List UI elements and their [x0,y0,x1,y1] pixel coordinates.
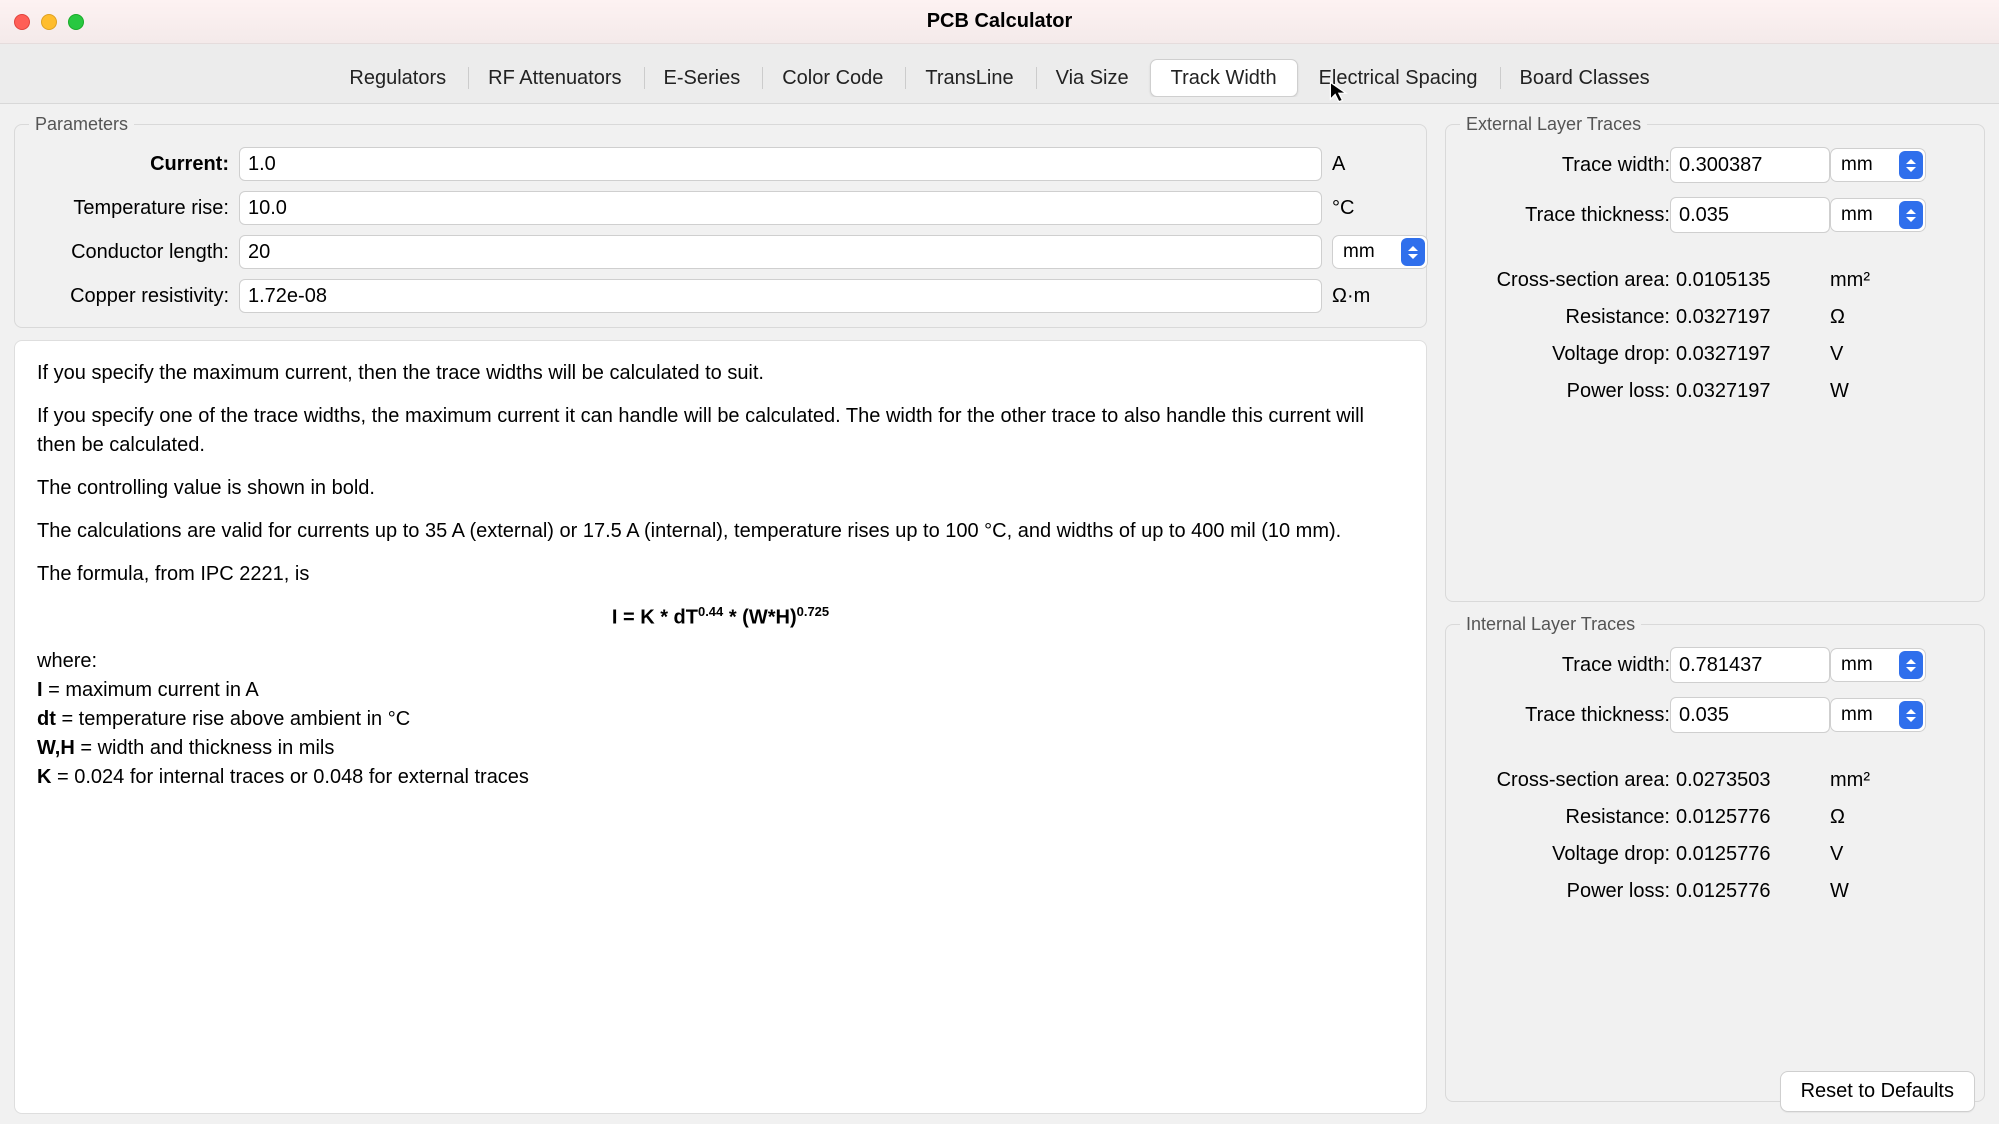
formula: I = K * dT0.44 * (W*H)0.725 [37,603,1404,633]
int-cross-section-label: Cross-section area: [1460,769,1670,792]
conductor-length-label: Conductor length: [29,241,229,264]
int-trace-thickness-unit-select[interactable]: mm [1830,698,1926,732]
info-panel: If you specify the maximum current, then… [14,340,1427,1114]
ext-trace-thickness-input[interactable] [1670,197,1830,233]
temperature-rise-input[interactable] [239,191,1322,225]
ext-trace-width-input[interactable] [1670,147,1830,183]
ext-trace-width-unit-select[interactable]: mm [1830,148,1926,182]
int-trace-thickness-input[interactable] [1670,697,1830,733]
tabbar: Regulators RF Attenuators E-Series Color… [328,59,1670,97]
ext-resistance-label: Resistance: [1460,306,1670,329]
int-power-loss-unit: W [1830,880,1940,903]
ext-power-loss-value: 0.0327197 [1670,380,1830,403]
int-cross-section-unit: mm² [1830,769,1940,792]
int-voltage-drop-unit: V [1830,843,1940,866]
int-trace-width-input[interactable] [1670,647,1830,683]
titlebar: PCB Calculator [0,0,1999,44]
ext-trace-width-label: Trace width: [1460,154,1670,177]
copper-resistivity-unit: Ω·m [1332,285,1412,308]
int-resistance-label: Resistance: [1460,806,1670,829]
parameters-group: Parameters Current: A Temperature rise: … [14,114,1427,328]
current-input[interactable] [239,147,1322,181]
ext-trace-thickness-label: Trace thickness: [1460,204,1670,227]
ext-voltage-drop-value: 0.0327197 [1670,343,1830,366]
ext-cross-section-unit: mm² [1830,269,1940,292]
tab-color-code[interactable]: Color Code [761,59,904,97]
int-trace-width-unit-select[interactable]: mm [1830,648,1926,682]
current-label: Current: [29,153,229,176]
internal-layer-traces-group: Internal Layer Traces Trace width: mm Tr… [1445,614,1985,1102]
int-trace-thickness-label: Trace thickness: [1460,704,1670,727]
chevron-up-down-icon [1899,201,1923,229]
int-resistance-value: 0.0125776 [1670,806,1830,829]
tab-e-series[interactable]: E-Series [643,59,762,97]
conductor-length-input[interactable] [239,235,1322,269]
chevron-up-down-icon [1899,151,1923,179]
chevron-up-down-icon [1401,238,1425,266]
external-layer-traces-group: External Layer Traces Trace width: mm Tr… [1445,114,1985,602]
tab-track-width[interactable]: Track Width [1150,59,1298,97]
ext-resistance-unit: Ω [1830,306,1940,329]
ext-cross-section-label: Cross-section area: [1460,269,1670,292]
int-cross-section-value: 0.0273503 [1670,769,1830,792]
int-voltage-drop-label: Voltage drop: [1460,843,1670,866]
int-voltage-drop-value: 0.0125776 [1670,843,1830,866]
ext-voltage-drop-unit: V [1830,343,1940,366]
tab-transline[interactable]: TransLine [904,59,1034,97]
internal-legend: Internal Layer Traces [1460,614,1641,635]
temperature-rise-label: Temperature rise: [29,197,229,220]
parameters-legend: Parameters [29,114,134,135]
ext-power-loss-label: Power loss: [1460,380,1670,403]
copper-resistivity-label: Copper resistivity: [29,285,229,308]
chevron-up-down-icon [1899,701,1923,729]
ext-power-loss-unit: W [1830,380,1940,403]
ext-voltage-drop-label: Voltage drop: [1460,343,1670,366]
reset-to-defaults-button[interactable]: Reset to Defaults [1780,1071,1975,1112]
current-unit: A [1332,153,1412,176]
conductor-length-unit-select[interactable]: mm [1332,235,1428,269]
chevron-up-down-icon [1899,651,1923,679]
temperature-rise-unit: °C [1332,197,1412,220]
window-title: PCB Calculator [0,10,1999,33]
external-legend: External Layer Traces [1460,114,1647,135]
int-trace-width-label: Trace width: [1460,654,1670,677]
tab-board-classes[interactable]: Board Classes [1499,59,1671,97]
tab-rf-attenuators[interactable]: RF Attenuators [467,59,642,97]
tab-electrical-spacing[interactable]: Electrical Spacing [1298,59,1499,97]
tab-regulators[interactable]: Regulators [328,59,467,97]
int-power-loss-value: 0.0125776 [1670,880,1830,903]
ext-trace-thickness-unit-select[interactable]: mm [1830,198,1926,232]
copper-resistivity-input[interactable] [239,279,1322,313]
ext-cross-section-value: 0.0105135 [1670,269,1830,292]
int-power-loss-label: Power loss: [1460,880,1670,903]
tab-via-size[interactable]: Via Size [1035,59,1150,97]
ext-resistance-value: 0.0327197 [1670,306,1830,329]
int-resistance-unit: Ω [1830,806,1940,829]
